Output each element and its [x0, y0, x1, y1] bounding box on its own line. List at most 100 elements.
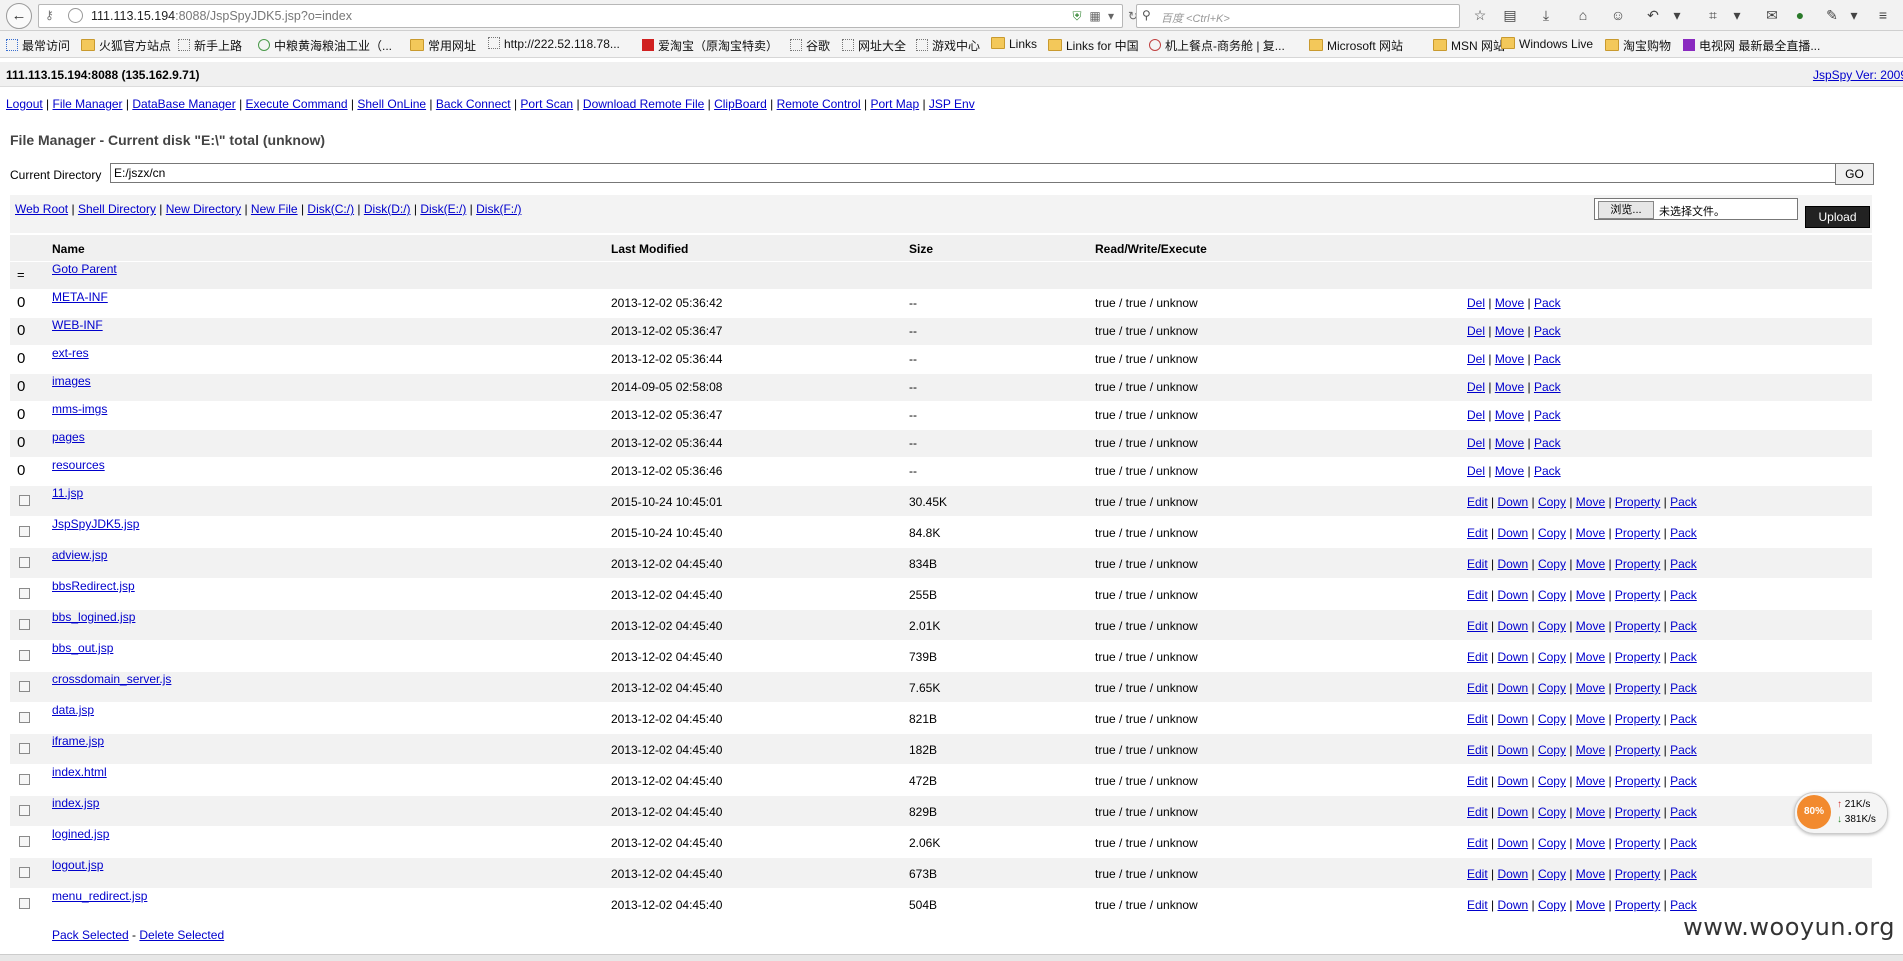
file-action-edit[interactable]: Edit: [1467, 867, 1488, 881]
file-action-property[interactable]: Property: [1615, 712, 1660, 726]
new-file-link[interactable]: New File: [251, 202, 298, 216]
file-action-copy[interactable]: Copy: [1538, 712, 1566, 726]
file-action-pack[interactable]: Pack: [1670, 650, 1697, 664]
dir-action-del[interactable]: Del: [1467, 296, 1485, 310]
file-action-down[interactable]: Down: [1497, 805, 1528, 819]
menu-file-manager[interactable]: File Manager: [53, 97, 123, 111]
file-checkbox[interactable]: [19, 712, 30, 723]
file-action-pack[interactable]: Pack: [1670, 495, 1697, 509]
file-action-copy[interactable]: Copy: [1538, 619, 1566, 633]
file-action-edit[interactable]: Edit: [1467, 805, 1488, 819]
file-action-edit[interactable]: Edit: [1467, 712, 1488, 726]
file-action-pack[interactable]: Pack: [1670, 681, 1697, 695]
file-action-down[interactable]: Down: [1497, 619, 1528, 633]
bookmark-item[interactable]: 淘宝购物: [1605, 37, 1671, 54]
file-action-property[interactable]: Property: [1615, 743, 1660, 757]
dir-action-pack[interactable]: Pack: [1534, 324, 1561, 338]
bookmark-item[interactable]: MSN 网站: [1433, 37, 1505, 54]
chevron-down-icon[interactable]: ▾: [1668, 6, 1686, 24]
file-action-down[interactable]: Down: [1497, 650, 1528, 664]
dir-name-link[interactable]: mms-imgs: [52, 402, 107, 416]
file-action-pack[interactable]: Pack: [1670, 588, 1697, 602]
bookmark-item[interactable]: Links: [991, 37, 1037, 51]
star-icon[interactable]: ☆: [1471, 6, 1489, 24]
file-action-move[interactable]: Move: [1576, 495, 1605, 509]
file-action-edit[interactable]: Edit: [1467, 526, 1488, 540]
file-name-link[interactable]: crossdomain_server.js: [52, 672, 171, 686]
bookmark-item[interactable]: 谷歌: [790, 37, 830, 54]
file-action-pack[interactable]: Pack: [1670, 557, 1697, 571]
file-action-down[interactable]: Down: [1497, 681, 1528, 695]
file-action-move[interactable]: Move: [1576, 743, 1605, 757]
file-name-link[interactable]: logined.jsp: [52, 827, 109, 841]
dir-action-pack[interactable]: Pack: [1534, 464, 1561, 478]
bookmark-item[interactable]: Links for 中国: [1048, 37, 1139, 54]
url-bar[interactable]: ⚷ 111.113.15.194:8088/JspSpyJDK5.jsp?o=i…: [38, 4, 1138, 28]
menu-jsp-env[interactable]: JSP Env: [929, 97, 975, 111]
menu-logout[interactable]: Logout: [6, 97, 43, 111]
file-action-pack[interactable]: Pack: [1670, 712, 1697, 726]
bookmark-item[interactable]: 机上餐点-商务舱 | 复...: [1149, 37, 1285, 54]
file-action-copy[interactable]: Copy: [1538, 774, 1566, 788]
dir-action-move[interactable]: Move: [1495, 380, 1524, 394]
dir-action-del[interactable]: Del: [1467, 436, 1485, 450]
file-checkbox[interactable]: [19, 867, 30, 878]
undo-icon[interactable]: ↶: [1644, 6, 1662, 24]
file-name-link[interactable]: index.html: [52, 765, 107, 779]
file-name-link[interactable]: menu_redirect.jsp: [52, 889, 147, 903]
file-action-move[interactable]: Move: [1576, 681, 1605, 695]
file-action-move[interactable]: Move: [1576, 867, 1605, 881]
download-icon[interactable]: ⤓: [1537, 6, 1555, 24]
new-directory-link[interactable]: New Directory: [166, 202, 241, 216]
file-checkbox[interactable]: [19, 681, 30, 692]
file-name-link[interactable]: iframe.jsp: [52, 734, 104, 748]
go-button[interactable]: GO: [1835, 163, 1874, 185]
disk-e-link[interactable]: Disk(E:/): [420, 202, 466, 216]
file-action-property[interactable]: Property: [1615, 805, 1660, 819]
file-action-down[interactable]: Down: [1497, 836, 1528, 850]
dir-name-link[interactable]: images: [52, 374, 91, 388]
file-action-edit[interactable]: Edit: [1467, 557, 1488, 571]
pack-selected-link[interactable]: Pack Selected: [52, 928, 129, 942]
file-action-down[interactable]: Down: [1497, 557, 1528, 571]
file-action-down[interactable]: Down: [1497, 774, 1528, 788]
file-action-copy[interactable]: Copy: [1538, 898, 1566, 912]
file-action-copy[interactable]: Copy: [1538, 867, 1566, 881]
dir-action-move[interactable]: Move: [1495, 296, 1524, 310]
file-action-move[interactable]: Move: [1576, 836, 1605, 850]
menu-back-connect[interactable]: Back Connect: [436, 97, 511, 111]
dir-action-move[interactable]: Move: [1495, 436, 1524, 450]
upload-button[interactable]: Upload: [1805, 206, 1870, 228]
dir-action-pack[interactable]: Pack: [1534, 352, 1561, 366]
file-action-edit[interactable]: Edit: [1467, 743, 1488, 757]
file-name-link[interactable]: index.jsp: [52, 796, 99, 810]
goto-parent-link[interactable]: Goto Parent: [52, 262, 117, 276]
file-name-link[interactable]: adview.jsp: [52, 548, 107, 562]
shell-directory-link[interactable]: Shell Directory: [78, 202, 156, 216]
dir-action-del[interactable]: Del: [1467, 352, 1485, 366]
file-checkbox[interactable]: [19, 836, 30, 847]
bookmark-item[interactable]: 火狐官方站点: [81, 37, 171, 54]
file-checkbox[interactable]: [19, 774, 30, 785]
network-speed-widget[interactable]: 80% ↑ 21K/s ↓ 381K/s: [1794, 792, 1888, 834]
file-action-copy[interactable]: Copy: [1538, 557, 1566, 571]
dir-action-pack[interactable]: Pack: [1534, 408, 1561, 422]
file-action-down[interactable]: Down: [1497, 867, 1528, 881]
file-action-edit[interactable]: Edit: [1467, 836, 1488, 850]
file-name-link[interactable]: logout.jsp: [52, 858, 103, 872]
menu-icon[interactable]: ≡: [1874, 6, 1892, 24]
file-checkbox[interactable]: [19, 526, 30, 537]
menu-shell-online[interactable]: Shell OnLine: [357, 97, 426, 111]
file-action-copy[interactable]: Copy: [1538, 495, 1566, 509]
file-name-link[interactable]: data.jsp: [52, 703, 94, 717]
file-action-copy[interactable]: Copy: [1538, 805, 1566, 819]
bookmark-item[interactable]: 电视网 最新最全直播...: [1683, 37, 1820, 54]
menu-port-map[interactable]: Port Map: [870, 97, 919, 111]
menu-port-scan[interactable]: Port Scan: [520, 97, 573, 111]
bookmark-item[interactable]: Microsoft 网站: [1309, 37, 1403, 54]
search-bar[interactable]: ⚲ 百度 <Ctrl+K>: [1136, 4, 1460, 28]
bookmark-item[interactable]: 最常访问: [6, 37, 70, 54]
file-name-link[interactable]: bbsRedirect.jsp: [52, 579, 135, 593]
bookmark-item[interactable]: 新手上路: [178, 37, 242, 54]
bookmark-item[interactable]: 中粮黄海粮油工业（...: [258, 37, 392, 54]
